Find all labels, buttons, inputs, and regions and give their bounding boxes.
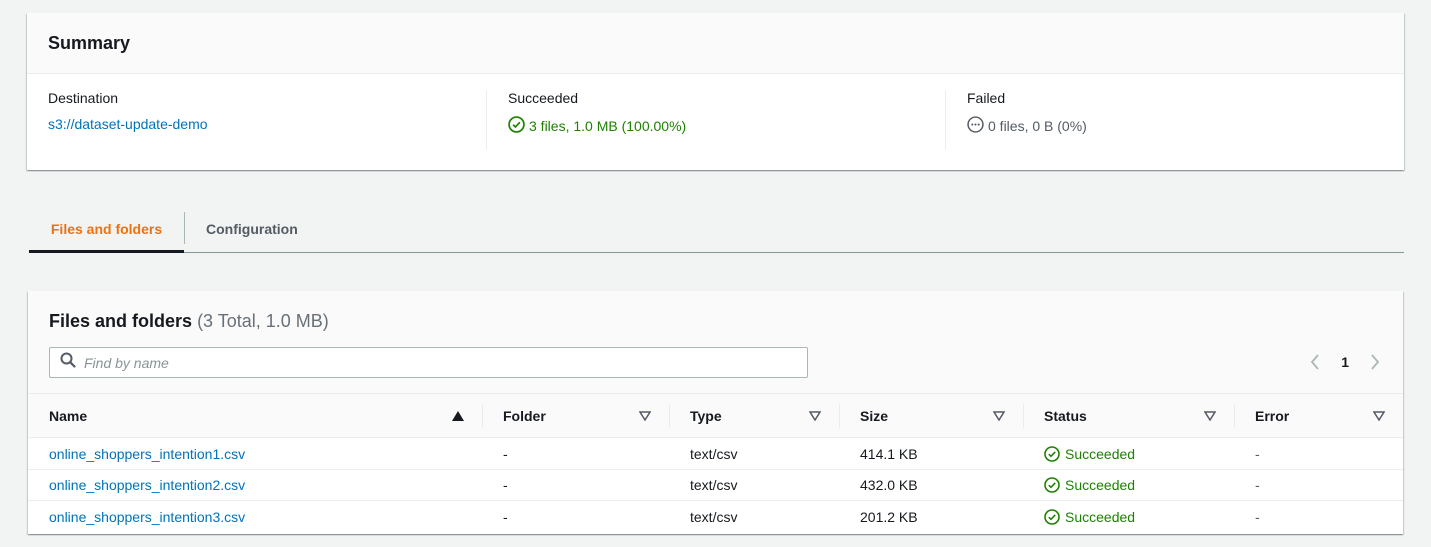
failed-value: 0 files, 0 B (0%) <box>967 116 1404 136</box>
search-field[interactable] <box>49 347 808 378</box>
table-row: online_shoppers_intention3.csv - text/cs… <box>28 501 1403 532</box>
summary-panel: Summary Destination s3://dataset-update-… <box>27 13 1404 170</box>
folder-value: - <box>503 508 508 525</box>
cell-type: text/csv <box>690 477 738 493</box>
cell-error: - <box>1234 439 1403 469</box>
cell-name: online_shoppers_intention1.csv <box>28 439 482 469</box>
file-link[interactable]: online_shoppers_intention3.csv <box>49 509 245 525</box>
cell-size: 414.1 KB <box>860 446 918 462</box>
column-header-label: Error <box>1255 408 1290 424</box>
sort-ascending-icon[interactable] <box>452 410 464 422</box>
succeeded-value: 3 files, 1.0 MB (100.00%) <box>508 116 945 136</box>
succeeded-label: Succeeded <box>508 90 579 106</box>
ellipsis-circle-icon <box>967 116 984 136</box>
chevron-right-icon[interactable] <box>1367 351 1383 373</box>
check-circle-icon <box>1044 508 1060 525</box>
tab-configuration[interactable]: Configuration <box>185 205 319 252</box>
files-title-text: Files and folders <box>49 311 193 331</box>
page-number[interactable]: 1 <box>1341 354 1349 370</box>
column-header-label: Folder <box>503 408 546 424</box>
folder-value: - <box>503 477 508 493</box>
folder-value: - <box>503 446 508 462</box>
files-count: (3 Total, 1.0 MB) <box>197 311 329 331</box>
status-badge: Succeeded <box>1044 477 1135 493</box>
destination-column: Destination s3://dataset-update-demo <box>27 90 486 150</box>
status-badge: Succeeded <box>1044 446 1135 462</box>
summary-body: Destination s3://dataset-update-demo Suc… <box>27 74 1404 150</box>
cell-name: online_shoppers_intention2.csv <box>28 470 482 500</box>
column-header-status[interactable]: Status <box>1023 394 1234 438</box>
files-header: Files and folders (3 Total, 1.0 MB) 1 <box>28 291 1403 394</box>
error-value: - <box>1255 508 1260 525</box>
destination-link[interactable]: s3://dataset-update-demo <box>48 116 208 132</box>
cell-type: text/csv <box>690 508 738 525</box>
succeeded-text: 3 files, 1.0 MB (100.00%) <box>529 118 687 134</box>
cell-status: Succeeded <box>1023 501 1234 532</box>
column-header-size[interactable]: Size <box>839 394 1023 438</box>
column-header-label: Size <box>860 408 889 424</box>
status-text: Succeeded <box>1065 508 1136 525</box>
column-header-label: Name <box>49 408 88 424</box>
tab-bar: Files and folders Configuration <box>29 205 1404 253</box>
column-header-name[interactable]: Name <box>28 394 482 438</box>
column-header-label: Type <box>690 408 722 424</box>
check-circle-icon <box>508 116 525 136</box>
caret-down-icon[interactable] <box>993 410 1005 422</box>
column-header-folder[interactable]: Folder <box>482 394 669 438</box>
file-link[interactable]: online_shoppers_intention1.csv <box>49 446 245 462</box>
summary-title: Summary <box>48 32 131 53</box>
check-circle-icon <box>1044 446 1060 462</box>
search-input[interactable] <box>84 354 764 371</box>
table-row: online_shoppers_intention1.csv - text/cs… <box>28 439 1403 470</box>
status-badge: Succeeded <box>1044 509 1135 525</box>
column-header-type[interactable]: Type <box>669 394 839 438</box>
succeeded-column: Succeeded 3 files, 1.0 MB (100.00%) <box>486 90 945 150</box>
file-link[interactable]: online_shoppers_intention2.csv <box>49 477 245 493</box>
table-row: online_shoppers_intention2.csv - text/cs… <box>28 470 1403 501</box>
failed-text: 0 files, 0 B (0%) <box>988 118 1087 134</box>
cell-error: - <box>1234 470 1403 500</box>
cell-error: - <box>1234 501 1403 532</box>
cell-folder: - <box>482 470 669 500</box>
table-header: Name Folder Type Size Status Error <box>28 394 1403 438</box>
caret-down-icon[interactable] <box>1204 410 1216 422</box>
status-text: Succeeded <box>1065 446 1136 462</box>
destination-label: Destination <box>48 90 119 106</box>
cell-name: online_shoppers_intention3.csv <box>28 501 482 532</box>
cell-status: Succeeded <box>1023 439 1234 469</box>
cell-size: 432.0 KB <box>860 477 918 493</box>
column-header-label: Status <box>1044 408 1087 424</box>
cell-size: 201.2 KB <box>860 508 918 525</box>
chevron-left-icon[interactable] <box>1307 351 1323 373</box>
tab-files-and-folders[interactable]: Files and folders <box>29 205 184 253</box>
cell-status: Succeeded <box>1023 470 1234 500</box>
caret-down-icon[interactable] <box>809 410 821 422</box>
failed-label: Failed <box>967 90 1006 106</box>
files-title: Files and folders (3 Total, 1.0 MB) <box>49 311 329 332</box>
pagination: 1 <box>1307 351 1383 373</box>
caret-down-icon[interactable] <box>639 410 651 422</box>
cell-folder: - <box>482 439 669 469</box>
caret-down-icon[interactable] <box>1373 410 1385 422</box>
column-header-error[interactable]: Error <box>1234 394 1403 438</box>
status-text: Succeeded <box>1065 477 1136 493</box>
error-value: - <box>1255 446 1260 462</box>
search-icon <box>60 352 76 373</box>
failed-column: Failed 0 files, 0 B (0%) <box>945 90 1404 150</box>
cell-folder: - <box>482 501 669 532</box>
summary-header: Summary <box>27 13 1404 74</box>
table-body: online_shoppers_intention1.csv - text/cs… <box>28 439 1403 532</box>
files-panel: Files and folders (3 Total, 1.0 MB) 1 Na… <box>28 291 1403 534</box>
check-circle-icon <box>1044 477 1060 493</box>
cell-type: text/csv <box>690 446 738 462</box>
error-value: - <box>1255 477 1260 493</box>
